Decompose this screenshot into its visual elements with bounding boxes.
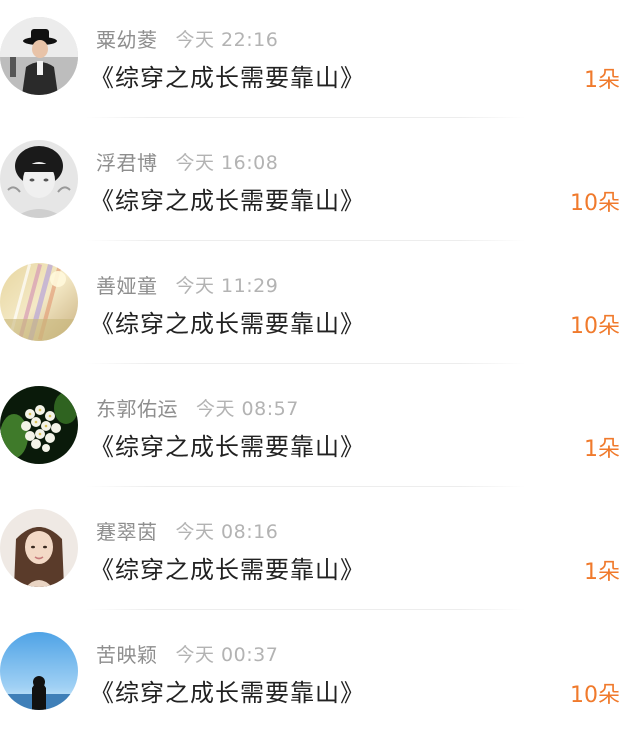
timestamp: 今天 08:16 xyxy=(175,520,279,543)
flower-count: 1朵 xyxy=(584,68,620,93)
flower-count: 10朵 xyxy=(570,683,620,708)
timestamp: 今天 22:16 xyxy=(175,28,279,51)
user-name[interactable]: 东郭佑运 xyxy=(96,393,178,422)
book-title[interactable]: 《综穿之成长需要靠山》 xyxy=(90,427,365,462)
avatar-grayscale-portrait-icon[interactable] xyxy=(0,140,78,218)
timestamp: 今天 11:29 xyxy=(175,274,279,297)
list-item[interactable]: 蹇翠茵 今天 08:16 《综穿之成长需要靠山》 1朵 xyxy=(0,492,640,615)
divider xyxy=(86,609,526,610)
timestamp: 今天 00:37 xyxy=(175,643,279,666)
flower-count: 1朵 xyxy=(584,560,620,585)
flower-count: 10朵 xyxy=(570,314,620,339)
gift-list: 粟幼菱 今天 22:16 《综穿之成长需要靠山》 1朵 浮君博 今天 16:08 xyxy=(0,0,640,738)
user-name[interactable]: 苦映颖 xyxy=(96,639,158,668)
list-item[interactable]: 浮君博 今天 16:08 《综穿之成长需要靠山》 10朵 xyxy=(0,123,640,246)
list-item[interactable]: 善娅童 今天 11:29 《综穿之成长需要靠山》 10朵 xyxy=(0,246,640,369)
book-title[interactable]: 《综穿之成长需要靠山》 xyxy=(90,550,365,585)
avatar-sky-silhouette-icon[interactable] xyxy=(0,632,78,710)
user-name[interactable]: 蹇翠茵 xyxy=(96,516,158,545)
flower-count: 10朵 xyxy=(570,191,620,216)
timestamp: 今天 16:08 xyxy=(175,151,279,174)
timestamp: 今天 08:57 xyxy=(196,397,299,420)
avatar-long-hair-girl-icon[interactable] xyxy=(0,509,78,587)
divider xyxy=(86,363,526,364)
divider xyxy=(86,486,526,487)
book-title[interactable]: 《综穿之成长需要靠山》 xyxy=(90,58,365,93)
divider xyxy=(86,117,526,118)
book-title[interactable]: 《综穿之成长需要靠山》 xyxy=(90,181,365,216)
avatar-sunlight-abstract-icon[interactable] xyxy=(0,263,78,341)
book-title[interactable]: 《综穿之成长需要靠山》 xyxy=(90,304,365,339)
list-item[interactable]: 东郭佑运 今天 08:57 《综穿之成长需要靠山》 1朵 xyxy=(0,369,640,492)
flower-count: 1朵 xyxy=(584,437,620,462)
list-item[interactable]: 粟幼菱 今天 22:16 《综穿之成长需要靠山》 1朵 xyxy=(0,0,640,123)
user-name[interactable]: 善娅童 xyxy=(96,270,158,299)
avatar-man-black-hat-icon[interactable] xyxy=(0,17,78,95)
book-title[interactable]: 《综穿之成长需要靠山》 xyxy=(90,673,365,708)
user-name[interactable]: 粟幼菱 xyxy=(96,24,158,53)
list-item[interactable]: 苦映颖 今天 00:37 《综穿之成长需要靠山》 10朵 xyxy=(0,615,640,738)
avatar-white-flowers-icon[interactable] xyxy=(0,386,78,464)
divider xyxy=(86,240,526,241)
user-name[interactable]: 浮君博 xyxy=(96,147,158,176)
